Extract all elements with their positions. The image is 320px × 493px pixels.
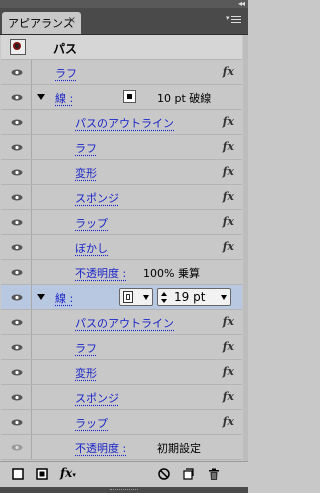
panel-top-strip: ◂◂ (0, 0, 248, 8)
list-item-effect[interactable]: ラップ fx (1, 210, 242, 235)
add-new-fill-icon[interactable] (36, 468, 48, 482)
eye-icon[interactable] (11, 194, 23, 201)
opacity-label[interactable]: 不透明度 : (75, 265, 126, 281)
disclosure-triangle-icon[interactable] (37, 294, 45, 300)
effect-label[interactable]: パスのアウトライン (75, 115, 174, 131)
fx-icon: fx (222, 415, 234, 428)
tab-title: アピアランス (8, 17, 74, 30)
trash-icon[interactable] (208, 468, 220, 482)
eye-icon[interactable] (11, 144, 23, 151)
eye-icon[interactable] (11, 369, 23, 376)
fx-icon: fx (222, 240, 234, 253)
stroke-weight-field[interactable]: 19 pt (157, 288, 231, 306)
effect-label[interactable]: ラフ (55, 65, 77, 81)
eye-icon[interactable] (11, 219, 23, 226)
list-item-effect[interactable]: スポンジ fx (1, 385, 242, 410)
list-item-opacity[interactable]: 不透明度 : 初期設定 (1, 435, 242, 460)
fx-icon: fx (222, 140, 234, 153)
effect-label[interactable]: パスのアウトライン (75, 315, 174, 331)
fx-icon: fx (222, 165, 234, 178)
eye-icon[interactable] (11, 419, 23, 426)
list-item-effect[interactable]: ラップ fx (1, 410, 242, 435)
stepper-icon[interactable] (160, 290, 168, 304)
fx-icon: fx (222, 65, 234, 78)
resize-grip[interactable] (0, 487, 248, 493)
list-item-effect[interactable]: スポンジ fx (1, 185, 242, 210)
path-header-row[interactable]: パス (1, 35, 242, 60)
list-item-stroke-2[interactable]: 線 : 19 pt (1, 285, 242, 310)
list-item-opacity[interactable]: 不透明度 : 100% 乗算 (1, 260, 242, 285)
panel-bottom-toolbar: fx▾ (0, 461, 248, 488)
path-title: パス (53, 42, 78, 56)
stroke-label[interactable]: 線 : (55, 90, 73, 106)
add-new-stroke-icon[interactable] (12, 468, 24, 482)
stroke-color-dropdown[interactable] (119, 288, 153, 306)
list-item-effect[interactable]: ラフ fx (1, 135, 242, 160)
appearance-list: パス ラフ fx 線 : 10 pt 破線 パスのアウトライン fx ラフ fx… (1, 35, 242, 461)
fx-icon: fx (222, 215, 234, 228)
eye-icon[interactable] (11, 269, 23, 276)
stroke-weight-value[interactable]: 19 pt (174, 290, 205, 304)
list-item-effect[interactable]: ラフ fx (1, 335, 242, 360)
opacity-value: 初期設定 (157, 442, 201, 455)
effect-label[interactable]: ラップ (75, 415, 108, 431)
tab-appearance[interactable]: アピアランス × (2, 12, 81, 34)
duplicate-item-icon[interactable] (182, 468, 194, 482)
list-item-effect[interactable]: パスのアウトライン fx (1, 110, 242, 135)
list-item-effect[interactable]: ラフ fx (1, 60, 242, 85)
chevron-down-icon: ▾ (72, 470, 76, 479)
fx-icon: fx (222, 340, 234, 353)
effect-label[interactable]: 変形 (75, 165, 97, 181)
path-thumbnail-icon (10, 39, 26, 55)
scrollbar[interactable] (243, 35, 248, 461)
panel-menu-icon[interactable]: ▾ (226, 14, 242, 26)
add-effect-label: fx (60, 466, 73, 480)
opacity-value: 100% 乗算 (143, 267, 200, 280)
effect-label[interactable]: ラップ (75, 215, 108, 231)
fx-icon: fx (222, 390, 234, 403)
effect-label[interactable]: スポンジ (75, 190, 119, 206)
close-tab-icon[interactable]: × (68, 15, 76, 26)
list-item-effect[interactable]: 変形 fx (1, 360, 242, 385)
eye-icon[interactable] (11, 69, 23, 76)
effect-label[interactable]: ラフ (75, 340, 97, 356)
fx-icon: fx (222, 115, 234, 128)
eye-icon[interactable] (11, 119, 23, 126)
collapse-icon[interactable]: ◂◂ (238, 0, 245, 8)
eye-icon[interactable] (11, 319, 23, 326)
disclosure-triangle-icon[interactable] (37, 94, 45, 100)
eye-icon[interactable] (11, 169, 23, 176)
chevron-down-icon[interactable] (221, 295, 227, 300)
list-item-effect[interactable]: パスのアウトライン fx (1, 310, 242, 335)
stroke-value: 10 pt 破線 (157, 92, 212, 105)
stroke-swatch-icon (123, 291, 133, 303)
clear-appearance-icon[interactable] (158, 468, 170, 482)
fx-icon: fx (222, 190, 234, 203)
stroke-color-swatch[interactable] (123, 90, 136, 103)
eye-icon[interactable] (11, 94, 23, 101)
opacity-label[interactable]: 不透明度 : (75, 440, 126, 456)
eye-icon[interactable] (11, 294, 23, 301)
panel-tab-bar: アピアランス × ▾ (0, 8, 248, 35)
eye-icon[interactable] (11, 344, 23, 351)
list-item-effect[interactable]: 変形 fx (1, 160, 242, 185)
chevron-down-icon (143, 295, 149, 300)
effect-label[interactable]: 変形 (75, 365, 97, 381)
stroke-label[interactable]: 線 : (55, 290, 73, 306)
add-effect-button[interactable]: fx▾ (60, 466, 76, 480)
eye-icon[interactable] (11, 444, 23, 451)
fx-icon: fx (222, 365, 234, 378)
effect-label[interactable]: ぼかし (75, 240, 108, 256)
list-item-stroke-1[interactable]: 線 : 10 pt 破線 (1, 85, 242, 110)
effect-label[interactable]: ラフ (75, 140, 97, 156)
fx-icon: fx (222, 315, 234, 328)
list-item-effect[interactable]: ぼかし fx (1, 235, 242, 260)
effect-label[interactable]: スポンジ (75, 390, 119, 406)
eye-icon[interactable] (11, 394, 23, 401)
eye-icon[interactable] (11, 244, 23, 251)
